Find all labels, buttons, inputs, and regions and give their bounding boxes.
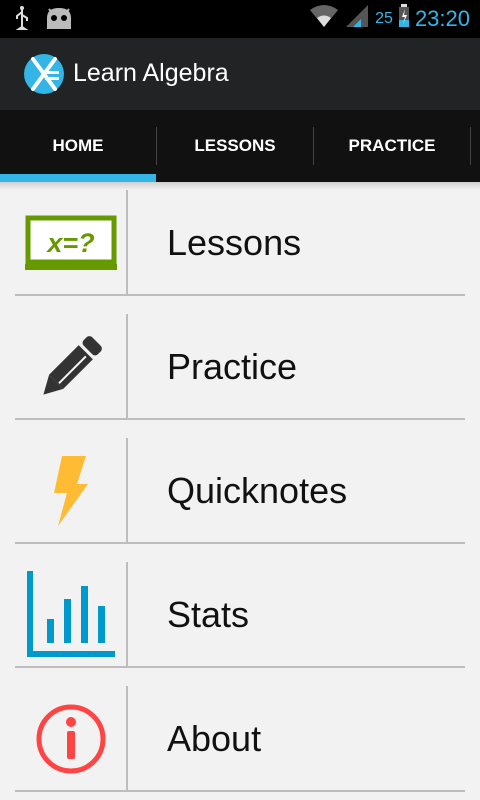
app-title: Learn Algebra bbox=[73, 59, 229, 87]
battery-icon bbox=[398, 4, 409, 33]
tab-divider bbox=[470, 127, 471, 165]
menu-item-about[interactable]: About bbox=[15, 686, 465, 792]
row-divider bbox=[15, 418, 465, 420]
android-icon bbox=[44, 6, 74, 35]
status-bar: 25 23:20 bbox=[0, 0, 480, 38]
x-equals-logo-icon[interactable] bbox=[22, 52, 66, 96]
pencil-icon bbox=[15, 314, 126, 420]
usb-icon bbox=[14, 6, 30, 35]
signal-icon bbox=[345, 4, 369, 33]
vertical-divider bbox=[126, 438, 128, 544]
vertical-divider bbox=[126, 562, 128, 668]
menu-item-stats[interactable]: Stats bbox=[15, 562, 465, 668]
selected-tab-indicator bbox=[0, 174, 156, 182]
menu-item-label: Stats bbox=[167, 594, 250, 635]
menu-item-lessons[interactable]: x=? Lessons bbox=[15, 190, 465, 296]
tab-practice[interactable]: PRACTICE bbox=[314, 110, 470, 182]
menu-item-label: Practice bbox=[167, 346, 298, 387]
bar-chart-icon bbox=[15, 562, 126, 668]
row-divider bbox=[15, 790, 465, 792]
row-divider bbox=[15, 666, 465, 668]
menu-item-label: Lessons bbox=[167, 222, 302, 263]
vertical-divider bbox=[126, 190, 128, 296]
chalkboard-icon: x=? bbox=[15, 190, 126, 296]
menu-item-label: About bbox=[167, 718, 262, 759]
info-icon bbox=[15, 686, 126, 792]
tab-lessons[interactable]: LESSONS bbox=[157, 110, 313, 182]
lightning-icon bbox=[15, 438, 126, 544]
menu-item-practice[interactable]: Practice bbox=[15, 314, 465, 420]
row-divider bbox=[15, 294, 465, 296]
battery-percent: 25 bbox=[375, 9, 393, 27]
wifi-icon bbox=[309, 4, 339, 33]
tab-home[interactable]: HOME bbox=[0, 110, 156, 182]
vertical-divider bbox=[126, 314, 128, 420]
vertical-divider bbox=[126, 686, 128, 792]
svg-text:x=?: x=? bbox=[45, 228, 94, 258]
tab-bar: HOME LESSONS PRACTICE bbox=[0, 110, 480, 182]
menu-item-quicknotes[interactable]: Quicknotes bbox=[15, 438, 465, 544]
row-divider bbox=[15, 542, 465, 544]
status-clock: 23:20 bbox=[414, 5, 470, 31]
tab-shadow bbox=[0, 182, 480, 190]
menu-item-label: Quicknotes bbox=[167, 470, 348, 511]
action-bar: Learn Algebra bbox=[0, 38, 480, 110]
